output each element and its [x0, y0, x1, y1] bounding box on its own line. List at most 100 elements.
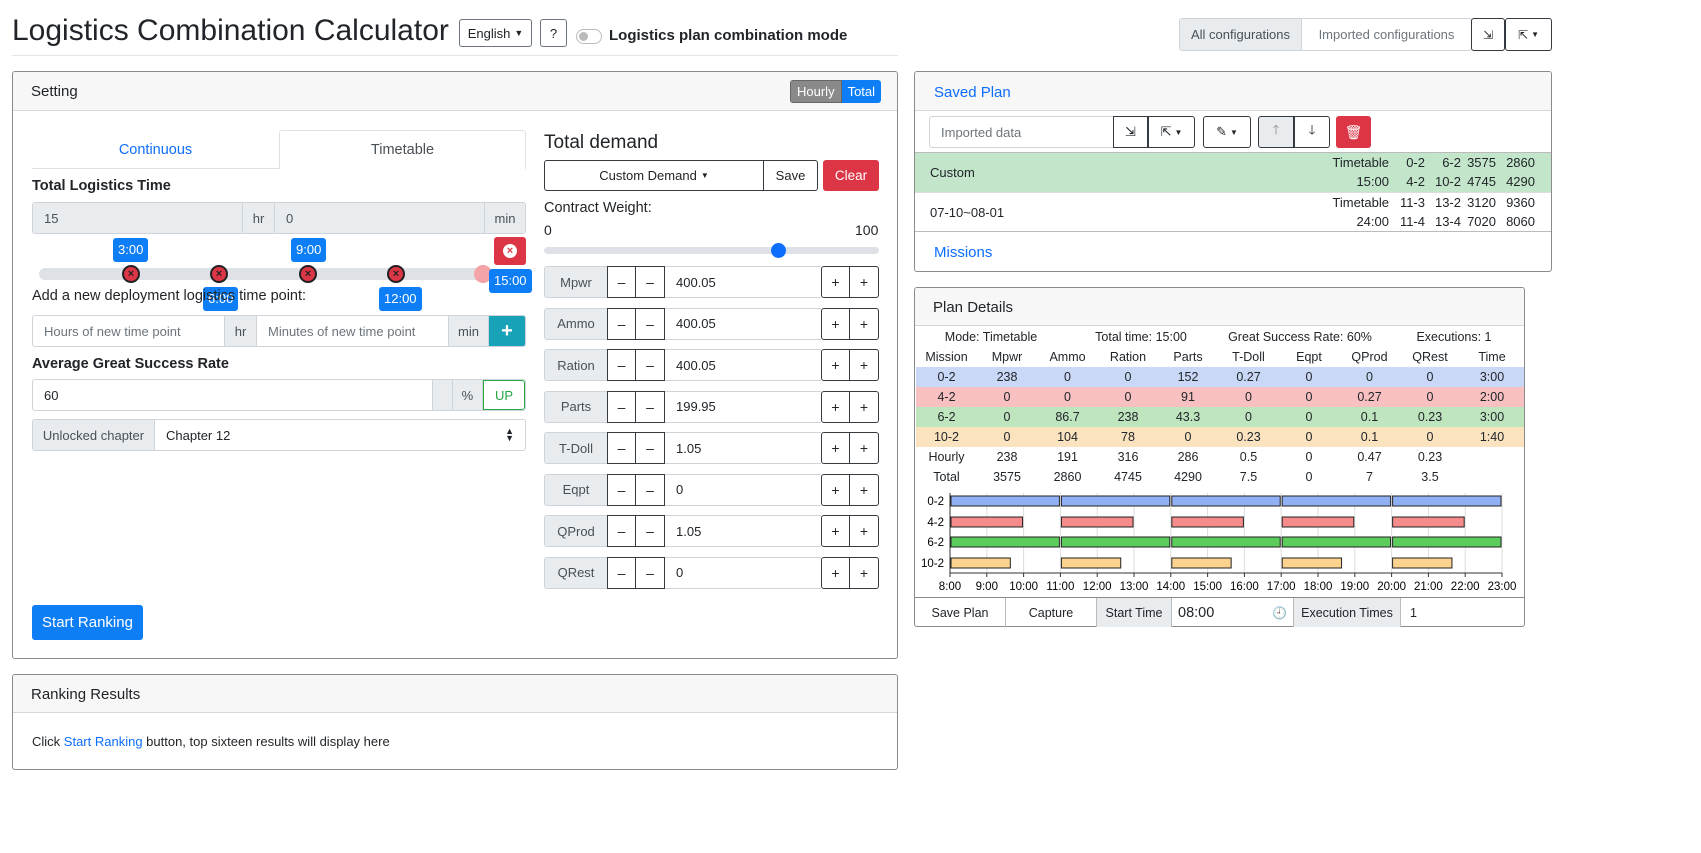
move-down-button[interactable]: 🡓	[1294, 116, 1330, 148]
edit-plan-button[interactable]: ✎ ▼	[1203, 116, 1251, 148]
remove-point-icon[interactable]: ×	[299, 265, 317, 283]
mode-toggle[interactable]	[576, 29, 602, 44]
chapter-label: Unlocked chapter	[33, 420, 155, 450]
export-data-button[interactable]: ⇱ ▼	[1148, 116, 1195, 148]
resource-name: Parts	[544, 390, 607, 423]
plan-summary-table: Mode: Timetable Total time: 15:00 Great …	[916, 327, 1524, 347]
tab-timetable[interactable]: Timetable	[279, 130, 526, 169]
increase-button[interactable]: +	[821, 390, 850, 423]
new-hours-input[interactable]: Hours of new time point	[33, 316, 224, 346]
custom-demand-dropdown[interactable]: Custom Demand ▼	[545, 161, 764, 190]
detail-header-row: Mission Mpwr Ammo Ration Parts T-Doll Eqpt QPro…	[916, 347, 1524, 367]
decrease-button[interactable]: –	[636, 390, 665, 423]
increase-button[interactable]: +	[821, 432, 850, 464]
resource-value-input[interactable]: 1.05	[665, 515, 821, 547]
decrease-button[interactable]: –	[636, 556, 665, 589]
save-plan-button[interactable]: Save Plan	[915, 598, 1006, 627]
clear-demand-button[interactable]: Clear	[823, 160, 879, 191]
delete-plan-button[interactable]: 🗑	[1336, 116, 1371, 148]
gantt-bar	[1060, 557, 1122, 569]
gantt-bar	[950, 536, 1060, 548]
up-button[interactable]: UP	[482, 380, 525, 410]
decrease-large-button[interactable]: –	[607, 390, 636, 423]
increase-large-button[interactable]: +	[850, 390, 879, 423]
increase-button[interactable]: +	[821, 515, 850, 547]
capture-button[interactable]: Capture	[1006, 598, 1097, 627]
increase-large-button[interactable]: +	[850, 515, 879, 547]
tab-imported-configurations[interactable]: Imported configurations	[1301, 19, 1471, 50]
save-demand-button[interactable]: Save	[764, 161, 817, 190]
increase-large-button[interactable]: +	[850, 349, 879, 381]
resource-value-input[interactable]: 400.05	[665, 349, 821, 381]
remove-point-icon[interactable]: ×	[122, 265, 140, 283]
help-button[interactable]: ?	[540, 19, 567, 47]
decrease-large-button[interactable]: –	[607, 432, 636, 464]
decrease-button[interactable]: –	[636, 349, 665, 381]
resource-value-input[interactable]: 1.05	[665, 432, 821, 464]
increase-button[interactable]: +	[821, 266, 850, 298]
add-point-button[interactable]: +	[489, 316, 525, 346]
import-data-button[interactable]: ⇲	[1113, 116, 1148, 148]
import-config-button[interactable]: ⇲	[1471, 18, 1505, 51]
new-minutes-input[interactable]: Minutes of new time point	[257, 316, 448, 346]
timeline-track[interactable]	[39, 268, 491, 280]
decrease-large-button[interactable]: –	[607, 515, 636, 547]
hours-input[interactable]: 15	[33, 203, 242, 233]
saved-plan-card: Saved Plan Imported data ⇲ ⇱ ▼ ✎ ▼ 🡑 🡓 🗑 C…	[914, 71, 1552, 272]
increase-button[interactable]: +	[821, 556, 850, 589]
setting-title: Setting	[31, 83, 78, 100]
start-ranking-button[interactable]: Start Ranking	[32, 605, 143, 640]
clear-points-button[interactable]: ×	[494, 237, 526, 265]
tab-all-configurations[interactable]: All configurations	[1180, 19, 1301, 50]
minutes-input[interactable]: 0	[275, 203, 484, 233]
custom-demand-label: Custom Demand	[599, 168, 697, 183]
weight-slider-thumb[interactable]	[771, 243, 786, 258]
resource-value-input[interactable]: 400.05	[665, 266, 821, 298]
increase-button[interactable]: +	[821, 473, 850, 506]
detail-cell: 0	[1003, 410, 1011, 424]
decrease-large-button[interactable]: –	[607, 556, 636, 589]
detail-cell: 238	[1117, 410, 1139, 424]
tab-continuous[interactable]: Continuous	[32, 131, 279, 169]
plan-cell: 24:00	[1356, 214, 1389, 229]
caret-down-icon: ▼	[514, 28, 524, 38]
start-ranking-link[interactable]: Start Ranking	[64, 734, 143, 749]
column-header: Eqpt	[1296, 350, 1322, 364]
resource-value-input[interactable]: 199.95	[665, 390, 821, 423]
language-dropdown[interactable]: English ▼	[459, 19, 532, 47]
increase-button[interactable]: +	[821, 307, 850, 340]
start-time-input[interactable]: 08:00 🕘	[1172, 598, 1294, 627]
decrease-button[interactable]: –	[636, 515, 665, 547]
decrease-button[interactable]: –	[636, 432, 665, 464]
decrease-button[interactable]: –	[636, 307, 665, 340]
weight-slider-track[interactable]	[544, 247, 879, 254]
increase-large-button[interactable]: +	[850, 556, 879, 589]
chapter-select[interactable]: Chapter 12 ▲ ▼	[155, 420, 525, 450]
resource-value-input[interactable]: 0	[665, 556, 821, 589]
decrease-button[interactable]: –	[636, 473, 665, 506]
decrease-large-button[interactable]: –	[607, 266, 636, 298]
hourly-button[interactable]: Hourly	[790, 80, 842, 103]
increase-large-button[interactable]: +	[850, 432, 879, 464]
total-button[interactable]: Total	[841, 80, 882, 103]
remove-point-icon[interactable]: ×	[387, 265, 405, 283]
exec-times-input[interactable]: 1	[1401, 598, 1524, 627]
resource-value-input[interactable]: 0	[665, 473, 821, 506]
decrease-large-button[interactable]: –	[607, 473, 636, 506]
decrease-large-button[interactable]: –	[607, 349, 636, 381]
import-data-input[interactable]: Imported data	[929, 116, 1114, 148]
missions-link[interactable]: Missions	[934, 244, 992, 261]
increase-button[interactable]: +	[821, 349, 850, 381]
saved-plan-title[interactable]: Saved Plan	[934, 84, 1011, 101]
export-config-button[interactable]: ⇱ ▼	[1505, 18, 1552, 51]
resource-value-input[interactable]: 400.05	[665, 307, 821, 340]
remove-point-icon[interactable]: ×	[210, 265, 228, 283]
increase-large-button[interactable]: +	[850, 266, 879, 298]
move-up-button[interactable]: 🡑	[1258, 116, 1294, 148]
increase-large-button[interactable]: +	[850, 307, 879, 340]
detail-cell: 0	[1366, 370, 1373, 384]
increase-large-button[interactable]: +	[850, 473, 879, 506]
decrease-large-button[interactable]: –	[607, 307, 636, 340]
decrease-button[interactable]: –	[636, 266, 665, 298]
success-rate-input[interactable]: 60	[33, 380, 432, 410]
